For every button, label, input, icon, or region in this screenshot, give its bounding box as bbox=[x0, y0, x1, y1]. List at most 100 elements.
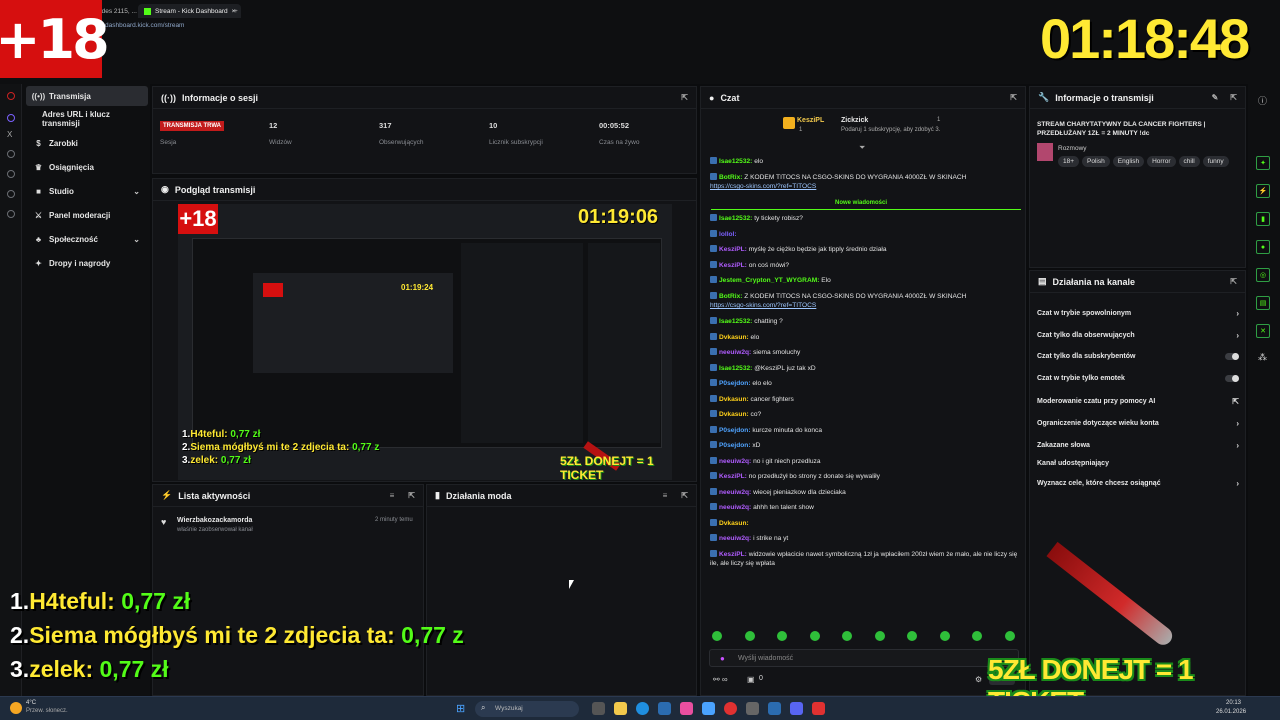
chat-username[interactable]: P0sejdon: bbox=[719, 427, 751, 434]
steam-icon[interactable] bbox=[768, 702, 781, 715]
chat-username[interactable]: neeuiw2q: bbox=[719, 489, 751, 496]
chat-username[interactable]: Isae12532: bbox=[719, 215, 752, 222]
app-icon[interactable] bbox=[680, 702, 693, 715]
chat-username[interactable]: KesziPL: bbox=[719, 551, 747, 558]
info-icon[interactable]: ⓘ bbox=[1258, 94, 1267, 107]
chat-username[interactable]: KesziPL: bbox=[719, 473, 747, 480]
chat-username[interactable]: KesziPL: bbox=[719, 262, 747, 269]
external-link-icon[interactable]: ⇱ bbox=[1230, 277, 1237, 286]
edit-icon[interactable]: ✎ bbox=[1212, 93, 1219, 102]
circle-icon[interactable] bbox=[7, 170, 15, 178]
broadcast-icon[interactable]: ◎ bbox=[1256, 268, 1270, 282]
sidebar-item-zarobki[interactable]: $ Zarobki bbox=[26, 133, 148, 153]
category-thumbnail[interactable] bbox=[1037, 143, 1053, 161]
edge-icon[interactable] bbox=[636, 702, 649, 715]
chat-username[interactable]: BotRix: bbox=[719, 174, 742, 181]
emote-icon[interactable] bbox=[1004, 631, 1015, 641]
sidebar-item-stream-url[interactable]: Adres URL i klucz transmisji bbox=[26, 109, 148, 129]
channel-action-row[interactable]: Czat w trybie tylko emotek bbox=[1037, 375, 1239, 382]
channel-action-row[interactable]: Ograniczenie dotyczące wieku konta › bbox=[1037, 419, 1239, 428]
external-link-icon[interactable]: ⇱ bbox=[681, 93, 688, 102]
obs-icon[interactable] bbox=[746, 702, 759, 715]
discord-icon[interactable] bbox=[790, 702, 803, 715]
circle-icon[interactable] bbox=[7, 150, 15, 158]
chat-username[interactable]: Jestem_Crypton_YT_WYGRAM: bbox=[719, 277, 819, 284]
taskbar-search[interactable]: ⌕ Wyszukaj bbox=[475, 701, 579, 717]
stream-preview-video[interactable]: +18 01:19:06 01:19:24 1.H4teful: 0,77 zł… bbox=[178, 204, 672, 480]
chat-username[interactable]: Isae12532: bbox=[719, 158, 752, 165]
toggle-switch[interactable] bbox=[1225, 375, 1239, 382]
chat-bubble-icon[interactable]: ● bbox=[1256, 240, 1270, 254]
chat-username[interactable]: neeuiw2q: bbox=[719, 349, 751, 356]
opera-icon[interactable] bbox=[724, 702, 737, 715]
sidebar-item-transmisja[interactable]: ((•)) Transmisja bbox=[26, 86, 148, 106]
sidebar-item-panel-moderacji[interactable]: ⚔ Panel moderacji bbox=[26, 205, 148, 225]
tag-chip[interactable]: funny bbox=[1202, 156, 1229, 167]
x-icon[interactable]: X bbox=[7, 130, 12, 139]
channel-action-row[interactable]: Wyznacz cele, które chcesz osiągnąć › bbox=[1037, 479, 1239, 488]
circle-icon[interactable] bbox=[7, 210, 15, 218]
filter-icon[interactable]: ≡ bbox=[390, 491, 395, 500]
shield-icon[interactable]: ▮ bbox=[1256, 212, 1270, 226]
emote-icon[interactable] bbox=[712, 631, 722, 641]
twitch-icon[interactable] bbox=[7, 114, 15, 122]
clock-date[interactable]: 26.01.2026 bbox=[1216, 709, 1246, 715]
emote-icon[interactable] bbox=[939, 631, 950, 641]
chat-link[interactable]: https://csgo-skins.com/?ref=TITOCS bbox=[710, 183, 816, 190]
link-icon[interactable]: ⚯ ∞ bbox=[713, 675, 728, 684]
filter-icon[interactable]: ≡ bbox=[663, 491, 668, 500]
chat-username[interactable]: Dvkasun: bbox=[719, 334, 749, 341]
activity-user[interactable]: Wierzbakozackamorda bbox=[177, 517, 252, 524]
file-explorer-icon[interactable] bbox=[614, 702, 627, 715]
emote-icon[interactable] bbox=[972, 631, 982, 641]
channel-action-row[interactable]: Czat tylko dla subskrybentów bbox=[1037, 353, 1239, 360]
tag-chip[interactable]: English bbox=[1112, 156, 1145, 167]
chat-username[interactable]: P0sejdon: bbox=[719, 380, 751, 387]
pinned-user[interactable]: KesziPL bbox=[797, 117, 824, 124]
browser-tab-active[interactable]: Stream - Kick Dashboard × bbox=[138, 4, 242, 18]
gift-icon[interactable]: ▣ bbox=[747, 675, 755, 684]
chat-username[interactable]: Dvkasun: bbox=[719, 520, 749, 527]
chat-username[interactable]: neeuiw2q: bbox=[719, 458, 751, 465]
external-link-icon[interactable]: ⇱ bbox=[1230, 93, 1237, 102]
external-link-icon[interactable]: ⇱ bbox=[408, 491, 415, 500]
clock-time[interactable]: 20:13 bbox=[1226, 700, 1241, 706]
record-icon[interactable] bbox=[7, 92, 15, 100]
circle-icon[interactable] bbox=[7, 190, 15, 198]
channel-action-row[interactable]: Czat w trybie spowolnionym › bbox=[1037, 309, 1239, 318]
chat-username[interactable]: lollol: bbox=[719, 231, 737, 238]
pinned-user[interactable]: Zickzick bbox=[841, 117, 868, 124]
chat-username[interactable]: BotRix: bbox=[719, 293, 742, 300]
weather-icon[interactable] bbox=[10, 702, 22, 714]
lightning-icon[interactable]: ⚡ bbox=[1256, 184, 1270, 198]
users-icon[interactable]: ⁂ bbox=[1258, 352, 1267, 363]
category-name[interactable]: Rozmowy bbox=[1058, 145, 1087, 152]
channel-action-row[interactable]: Moderowanie czatu przy pomocy AI ⇱ bbox=[1037, 397, 1239, 406]
toggle-switch[interactable] bbox=[1225, 353, 1239, 360]
chat-username[interactable]: neeuiw2q: bbox=[719, 535, 751, 542]
emote-icon[interactable] bbox=[809, 631, 820, 641]
gear-icon[interactable]: ⚙ bbox=[975, 675, 982, 684]
chat-input[interactable]: ● Wyślij wiadomość bbox=[709, 649, 1019, 667]
task-view-icon[interactable] bbox=[592, 702, 605, 715]
sidebar-item-dropy[interactable]: ✦ Dropy i nagrody bbox=[26, 253, 148, 273]
app-icon[interactable] bbox=[812, 702, 825, 715]
tag-chip[interactable]: Polish bbox=[1082, 156, 1110, 167]
chat-username[interactable]: Dvkasun: bbox=[719, 411, 749, 418]
tag-chip[interactable]: chill bbox=[1178, 156, 1200, 167]
channel-action-row[interactable]: Kanał udostępniający bbox=[1037, 460, 1239, 467]
external-link-icon[interactable]: ⇱ bbox=[1010, 93, 1017, 102]
chat-username[interactable]: neeuiw2q: bbox=[719, 504, 751, 511]
new-tab-button[interactable]: + bbox=[228, 4, 244, 18]
sidebar-item-spolecznosc[interactable]: ♣ Społeczność ⌄ bbox=[26, 229, 148, 249]
channel-action-row[interactable]: Czat tylko dla obserwujących › bbox=[1037, 331, 1239, 340]
emote-icon[interactable] bbox=[907, 631, 917, 641]
channel-action-row[interactable]: Zakazane słowa › bbox=[1037, 441, 1239, 450]
app-icon[interactable] bbox=[702, 702, 715, 715]
wrench-icon[interactable]: ✕ bbox=[1256, 324, 1270, 338]
store-icon[interactable] bbox=[658, 702, 671, 715]
windows-start-icon[interactable]: ⊞ bbox=[456, 702, 465, 715]
emote-icon[interactable] bbox=[744, 631, 755, 641]
external-link-icon[interactable]: ⇱ bbox=[681, 491, 688, 500]
chevron-down-icon[interactable]: ⏷ bbox=[859, 143, 865, 153]
